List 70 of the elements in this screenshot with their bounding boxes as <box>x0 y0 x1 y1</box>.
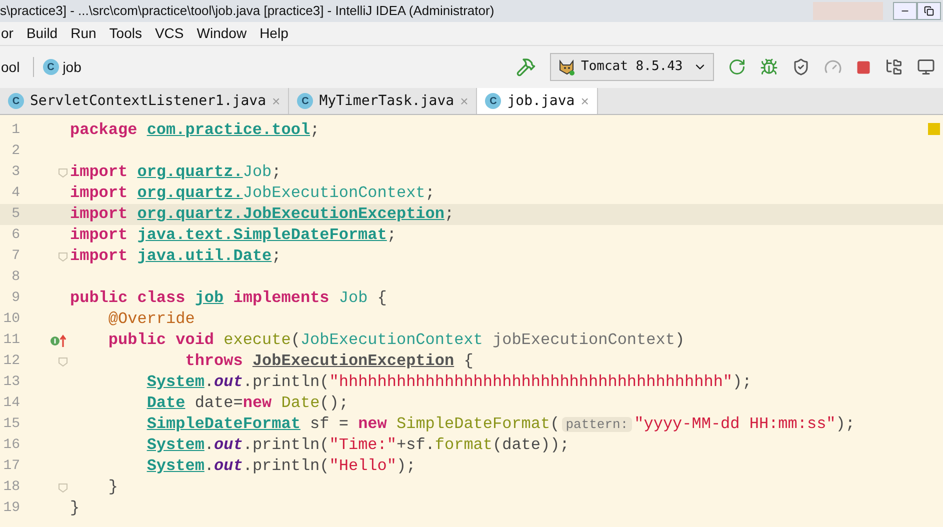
code-line: package com.practice.tool; <box>70 120 320 141</box>
code-line: Date date=new Date(); <box>146 393 348 414</box>
line-number: 6 <box>10 226 20 245</box>
line-number: 5 <box>10 205 20 224</box>
editor-tab[interactable]: C job.java × <box>477 88 598 114</box>
code-line: import org.quartz.JobExecutionContext; <box>70 183 435 204</box>
line-number: 15 <box>2 415 20 434</box>
code-line: public class job implements Job { <box>70 288 387 309</box>
line-number: 2 <box>10 142 20 161</box>
rerun-icon[interactable] <box>728 58 746 76</box>
project-structure-icon[interactable] <box>885 58 903 76</box>
breadcrumb[interactable]: job <box>62 56 82 78</box>
warning-marker[interactable] <box>928 123 940 135</box>
window-icon[interactable] <box>917 58 935 76</box>
window-title: s\practice3] - ...\src\com\practice\tool\job.java [practice3] - IntelliJ IDEA (Administrator) <box>0 2 494 20</box>
build-icon[interactable] <box>516 57 536 77</box>
class-icon: C <box>8 93 24 109</box>
tab-label[interactable]: ServletContextListener1.java <box>30 90 266 112</box>
menu-item[interactable]: Help <box>260 23 288 44</box>
line-number: 16 <box>2 436 20 455</box>
menu-item[interactable]: VCS <box>154 23 184 44</box>
code-line: import java.text.SimpleDateFormat; <box>70 225 396 246</box>
line-number: 1 <box>10 121 20 140</box>
fold-marker-icon[interactable] <box>58 168 68 178</box>
code-line: throws JobExecutionException { <box>184 351 474 372</box>
fold-marker-icon[interactable] <box>58 252 68 262</box>
fold-marker-icon[interactable] <box>58 356 68 366</box>
cat-icon <box>557 58 577 76</box>
code-line: System.out.println("Hello"); <box>146 456 416 477</box>
line-number: 19 <box>2 499 20 518</box>
code-line: import java.util.Date; <box>70 246 282 267</box>
class-icon: C <box>485 93 502 109</box>
line-number: 18 <box>2 478 20 497</box>
class-icon: C <box>42 59 59 75</box>
line-number: 11 <box>2 331 20 350</box>
line-number: 17 <box>2 457 20 476</box>
code-line: } <box>70 498 80 519</box>
menu-item[interactable]: Run <box>70 23 96 44</box>
restore-button[interactable] <box>917 2 941 20</box>
class-icon: C <box>297 93 314 109</box>
code-line: } <box>107 477 118 498</box>
tab-label[interactable]: job.java <box>507 90 575 112</box>
code-line: System.out.println("Time:"+sf.format(date)); <box>146 435 570 456</box>
menu-item[interactable]: Tools <box>109 23 142 44</box>
line-number: 9 <box>10 289 20 308</box>
debug-icon[interactable] <box>760 58 778 76</box>
line-number: 3 <box>10 163 20 182</box>
breadcrumb[interactable]: ool <box>1 56 20 78</box>
run-configuration-dropdown[interactable]: Tomcat 8.5.43 <box>550 53 714 81</box>
code-line: @Override <box>107 309 195 330</box>
code-line: SimpleDateFormat sf = new SimpleDateFormat( pattern: "yyyy-MM-dd HH:mm:ss"); <box>146 414 855 435</box>
line-number: 8 <box>10 268 20 287</box>
line-number: 4 <box>10 184 20 203</box>
line-number: 13 <box>2 373 20 392</box>
stop-icon[interactable] <box>856 60 871 74</box>
menu-item[interactable]: Build <box>26 23 58 44</box>
line-number: 7 <box>10 247 20 266</box>
fold-marker-icon[interactable] <box>58 482 68 492</box>
code-line: System.out.println("hhhhhhhhhhhhhhhhhhhhhhhhhhhhhhhhhhhhhhhh"); <box>146 372 752 393</box>
menu-item[interactable]: Window <box>196 23 247 44</box>
tab-label[interactable]: MyTimerTask.java <box>319 90 454 112</box>
line-number: 10 <box>2 310 20 329</box>
code-line: public void execute(JobExecutionContext jobExecutionContext) <box>107 330 685 351</box>
code-line: import org.quartz.Job; <box>70 162 282 183</box>
override-marker-icon[interactable] <box>50 334 68 348</box>
line-number: 12 <box>2 352 20 371</box>
code-line: import org.quartz.JobExecutionException; <box>70 204 454 225</box>
restore-icon <box>924 6 934 16</box>
menu-item[interactable]: or <box>1 23 14 44</box>
line-number: 14 <box>2 394 20 413</box>
